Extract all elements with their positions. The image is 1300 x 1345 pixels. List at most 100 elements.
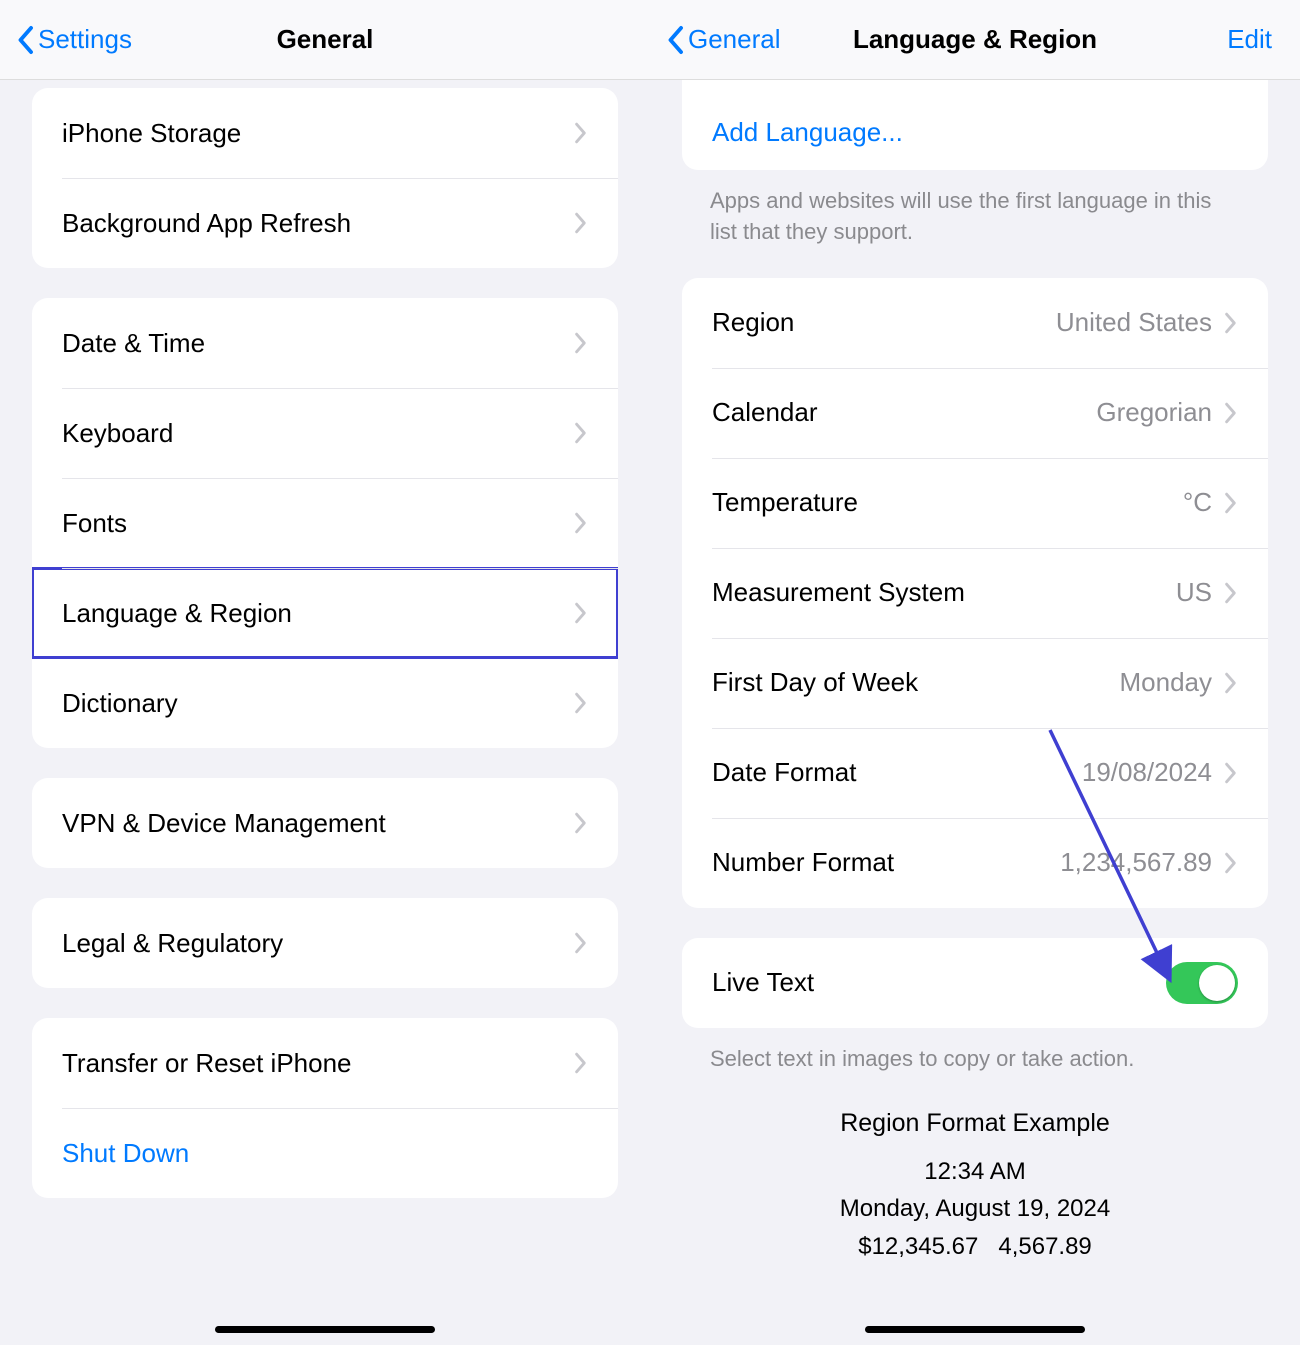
row-label: Add Language... [712, 117, 1238, 148]
chevron-right-icon [1224, 492, 1238, 514]
example-date: Monday, August 19, 2024 [692, 1190, 1258, 1227]
languages-footer: Apps and websites will use the first lan… [682, 170, 1268, 248]
row-label: Transfer or Reset iPhone [62, 1048, 574, 1079]
row-number-format[interactable]: Number Format 1,234,567.89 [682, 818, 1268, 908]
chevron-right-icon [1224, 582, 1238, 604]
home-indicator[interactable] [865, 1326, 1085, 1333]
row-value: °C [1183, 487, 1212, 518]
language-region-screen: General Language & Region Edit Add Langu… [650, 0, 1300, 1345]
row-label: Dictionary [62, 688, 574, 719]
navbar-language-region: General Language & Region Edit [650, 0, 1300, 80]
row-value: 19/08/2024 [1082, 757, 1212, 788]
chevron-right-icon [574, 422, 588, 444]
live-text-footer: Select text in images to copy or take ac… [682, 1028, 1268, 1075]
row-label: Measurement System [712, 577, 1176, 608]
group-live-text: Live Text [682, 938, 1268, 1028]
row-label: Background App Refresh [62, 208, 574, 239]
row-transfer-reset[interactable]: Transfer or Reset iPhone [32, 1018, 618, 1108]
region-format-example: Region Format Example 12:34 AM Monday, A… [682, 1074, 1268, 1274]
row-value: United States [1056, 307, 1212, 338]
row-value: Gregorian [1096, 397, 1212, 428]
chevron-right-icon [574, 212, 588, 234]
group-storage: iPhone Storage Background App Refresh [32, 88, 618, 268]
example-numbers: $12,345.67 4,567.89 [692, 1228, 1258, 1265]
navbar-general: Settings General [0, 0, 650, 80]
chevron-left-icon [666, 25, 684, 55]
row-language-region[interactable]: Language & Region [32, 568, 618, 658]
chevron-right-icon [574, 812, 588, 834]
chevron-right-icon [1224, 672, 1238, 694]
row-label: Language & Region [62, 598, 574, 629]
chevron-right-icon [1224, 402, 1238, 424]
chevron-right-icon [574, 512, 588, 534]
row-label: Number Format [712, 847, 1060, 878]
group-region-settings: Region United States Calendar Gregorian … [682, 278, 1268, 908]
group-reset: Transfer or Reset iPhone Shut Down [32, 1018, 618, 1198]
group-preferences: Date & Time Keyboard Fonts Language & Re… [32, 298, 618, 748]
row-value: Monday [1120, 667, 1213, 698]
chevron-right-icon [574, 602, 588, 624]
live-text-toggle[interactable] [1166, 962, 1238, 1004]
row-measurement-system[interactable]: Measurement System US [682, 548, 1268, 638]
row-label: iPhone Storage [62, 118, 574, 149]
row-region[interactable]: Region United States [682, 278, 1268, 368]
chevron-right-icon [574, 692, 588, 714]
language-region-content: Add Language... Apps and websites will u… [650, 80, 1300, 1345]
row-label: VPN & Device Management [62, 808, 574, 839]
row-label: Fonts [62, 508, 574, 539]
chevron-left-icon [16, 25, 34, 55]
row-vpn-device-management[interactable]: VPN & Device Management [32, 778, 618, 868]
row-date-format[interactable]: Date Format 19/08/2024 [682, 728, 1268, 818]
row-label: Live Text [712, 967, 1166, 998]
back-to-general[interactable]: General [666, 24, 781, 55]
example-number: 4,567.89 [998, 1233, 1091, 1260]
row-label: Date & Time [62, 328, 574, 359]
row-label: Keyboard [62, 418, 574, 449]
back-to-settings[interactable]: Settings [16, 24, 132, 55]
row-temperature[interactable]: Temperature °C [682, 458, 1268, 548]
row-date-time[interactable]: Date & Time [32, 298, 618, 388]
row-label: Temperature [712, 487, 1183, 518]
row-label: Calendar [712, 397, 1096, 428]
row-legal-regulatory[interactable]: Legal & Regulatory [32, 898, 618, 988]
row-fonts[interactable]: Fonts [32, 478, 618, 568]
general-content: iPhone Storage Background App Refresh Da… [0, 80, 650, 1345]
home-indicator[interactable] [215, 1326, 435, 1333]
row-dictionary[interactable]: Dictionary [32, 658, 618, 748]
row-label: Legal & Regulatory [62, 928, 574, 959]
row-label: First Day of Week [712, 667, 1120, 698]
chevron-right-icon [1224, 852, 1238, 874]
chevron-right-icon [574, 332, 588, 354]
back-label: General [688, 24, 781, 55]
back-label: Settings [38, 24, 132, 55]
general-settings-screen: Settings General iPhone Storage Backgrou… [0, 0, 650, 1345]
toggle-knob [1199, 965, 1235, 1001]
group-languages: Add Language... [682, 80, 1268, 170]
nav-title-language-region: Language & Region [853, 24, 1097, 55]
row-value: US [1176, 577, 1212, 608]
row-iphone-storage[interactable]: iPhone Storage [32, 88, 618, 178]
chevron-right-icon [1224, 762, 1238, 784]
chevron-right-icon [574, 122, 588, 144]
row-calendar[interactable]: Calendar Gregorian [682, 368, 1268, 458]
nav-title-general: General [277, 24, 374, 55]
row-live-text: Live Text [682, 938, 1268, 1028]
example-currency: $12,345.67 [858, 1233, 978, 1260]
row-label: Shut Down [62, 1138, 588, 1169]
row-label: Region [712, 307, 1056, 338]
example-time: 12:34 AM [692, 1153, 1258, 1190]
row-value: 1,234,567.89 [1060, 847, 1212, 878]
row-label: Date Format [712, 757, 1082, 788]
group-legal: Legal & Regulatory [32, 898, 618, 988]
group-vpn: VPN & Device Management [32, 778, 618, 868]
example-title: Region Format Example [692, 1104, 1258, 1143]
edit-button[interactable]: Edit [1227, 24, 1272, 55]
chevron-right-icon [574, 932, 588, 954]
row-keyboard[interactable]: Keyboard [32, 388, 618, 478]
row-background-app-refresh[interactable]: Background App Refresh [32, 178, 618, 268]
row-shut-down[interactable]: Shut Down [32, 1108, 618, 1198]
chevron-right-icon [574, 1052, 588, 1074]
row-add-language[interactable]: Add Language... [682, 94, 1268, 170]
row-first-day-week[interactable]: First Day of Week Monday [682, 638, 1268, 728]
chevron-right-icon [1224, 312, 1238, 334]
